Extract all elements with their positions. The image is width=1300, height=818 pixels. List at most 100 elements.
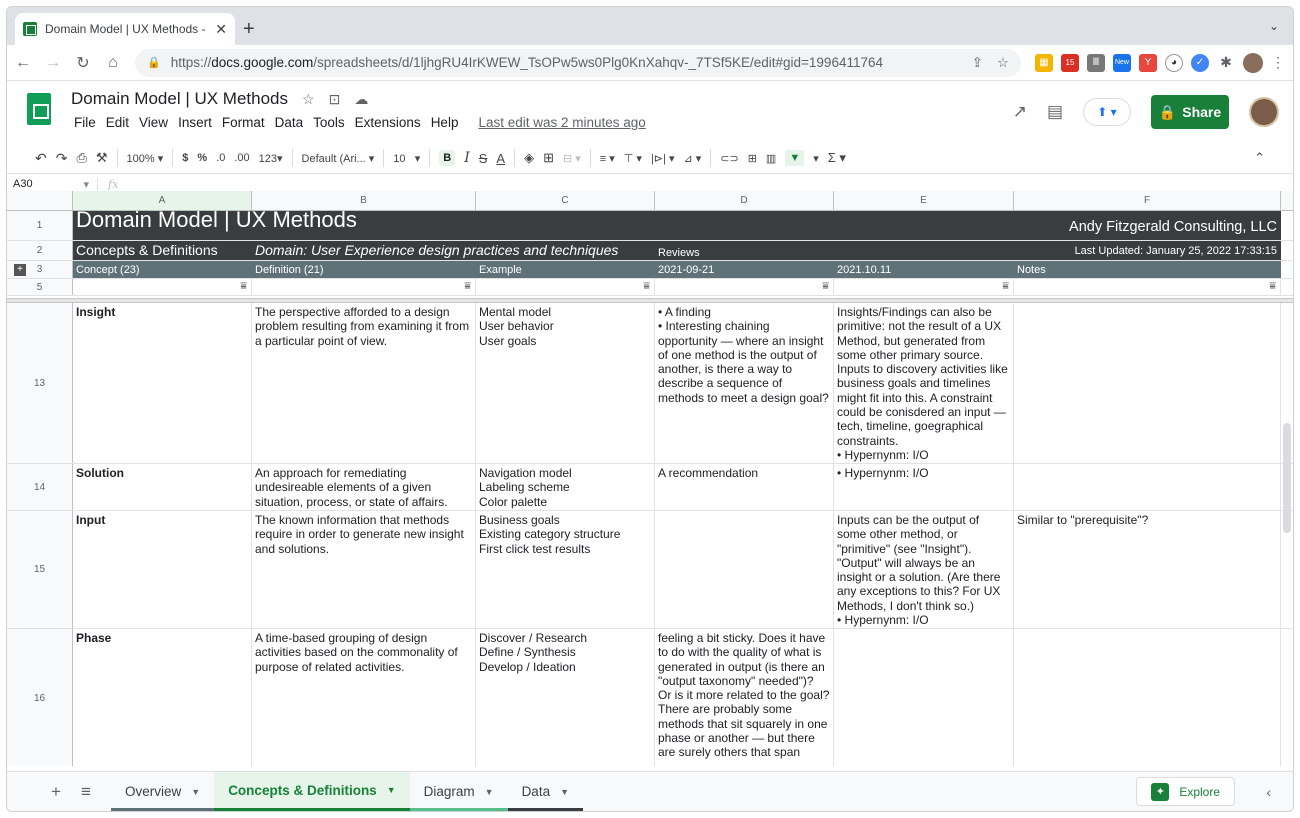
side-panel-toggle-icon[interactable]: ‹ [1266, 784, 1271, 800]
row-header[interactable]: +3 [7, 261, 73, 278]
review-cell[interactable] [655, 511, 834, 628]
star-icon[interactable]: ☆ [302, 91, 315, 108]
italic-button[interactable]: I [464, 150, 470, 166]
move-folder-icon[interactable]: ⊡ [329, 91, 341, 108]
row-header[interactable]: 14 [7, 464, 73, 510]
definition-cell[interactable]: A time-based grouping of design activiti… [252, 629, 476, 766]
insert-link-icon[interactable]: ⊂⊃ [720, 152, 738, 165]
increase-decimal-button[interactable]: .00 [234, 152, 249, 164]
extension-y-icon[interactable]: Y [1139, 53, 1157, 72]
menu-tools[interactable]: Tools [308, 115, 350, 130]
bold-button[interactable]: B [439, 150, 456, 166]
all-sheets-icon[interactable]: ≡ [71, 772, 101, 811]
notes-cell[interactable] [1014, 629, 1281, 766]
extension-chart-icon[interactable]: ▦ [1035, 53, 1053, 72]
url-field[interactable]: 🔒 https://docs.google.com/spreadsheets/d… [135, 48, 1021, 77]
currency-format-button[interactable]: $ [182, 152, 188, 164]
present-button[interactable]: ⬆ ▾ [1083, 98, 1131, 126]
fill-color-icon[interactable]: ◈ [524, 150, 534, 166]
back-icon[interactable]: ← [15, 54, 31, 72]
horizontal-align-icon[interactable]: ≡ ▾ [600, 152, 615, 165]
share-button[interactable]: 🔒 Share [1151, 95, 1229, 129]
redo-icon[interactable]: ↷ [56, 150, 68, 167]
expand-group-icon[interactable]: + [14, 263, 26, 276]
zoom-select[interactable]: 100% ▾ [127, 152, 164, 165]
notes-cell[interactable] [1014, 464, 1281, 510]
sheet-tab-data[interactable]: Data ▼ [507, 772, 584, 811]
text-color-button[interactable]: A [496, 151, 505, 166]
last-updated[interactable]: Last Updated: January 25, 2022 17:33:15 [1014, 241, 1281, 260]
sheet-tab-diagram[interactable]: Diagram ▼ [409, 772, 508, 811]
column-header-d[interactable]: D [655, 191, 834, 210]
concept-cell[interactable]: Input [73, 511, 252, 628]
explore-button[interactable]: ✦ Explore [1136, 777, 1235, 806]
last-edit-link[interactable]: Last edit was 2 minutes ago [473, 115, 650, 130]
menu-file[interactable]: File [69, 115, 101, 130]
row-header[interactable]: 15 [7, 511, 73, 628]
column-title-review-2[interactable]: 2021.10.11 [834, 261, 1014, 278]
share-page-icon[interactable]: ⇪ [972, 55, 983, 71]
comments-icon[interactable]: ▤ [1047, 102, 1063, 122]
example-cell[interactable]: Navigation model Labeling scheme Color p… [476, 464, 655, 510]
column-header-f[interactable]: F [1014, 191, 1281, 210]
extension-calendar-icon[interactable]: 15 [1061, 53, 1079, 72]
filter-icon[interactable]: ▼ [785, 150, 805, 166]
close-tab-icon[interactable]: ✕ [215, 21, 227, 38]
cell[interactable] [476, 211, 655, 240]
menu-help[interactable]: Help [426, 115, 464, 130]
text-wrapping-icon[interactable]: |⊳| ▾ [651, 152, 675, 165]
insert-comment-icon[interactable]: ⊞ [748, 152, 757, 165]
filter-button-icon[interactable]: ⩸ [655, 279, 834, 295]
review-cell[interactable]: feeling a bit sticky. Does it have to do… [655, 629, 834, 766]
bookmark-star-icon[interactable]: ☆ [997, 55, 1009, 71]
column-header-e[interactable]: E [834, 191, 1014, 210]
concept-cell[interactable]: Insight [73, 303, 252, 463]
borders-icon[interactable]: ⊞ [543, 150, 554, 166]
sheet-subheading[interactable]: Concepts & Definitions [73, 241, 252, 260]
insert-chart-icon[interactable]: ▥ [766, 152, 776, 165]
account-avatar[interactable] [1249, 97, 1279, 127]
percent-format-button[interactable]: % [197, 152, 207, 164]
filter-button-icon[interactable]: ⩸ [252, 279, 476, 295]
example-cell[interactable]: Discover / Research Define / Synthesis D… [476, 629, 655, 766]
sheet-heading[interactable]: Domain Model | UX Methods [73, 209, 476, 240]
font-size-select[interactable]: 10 ▾ [393, 152, 420, 165]
example-cell[interactable]: Mental model User behavior User goals [476, 303, 655, 463]
reviews-label[interactable]: Reviews [655, 241, 834, 260]
functions-icon[interactable]: Σ ▾ [828, 150, 846, 166]
row-header[interactable]: 2 [7, 241, 73, 260]
print-icon[interactable]: ⎙ [76, 150, 86, 166]
row-header[interactable]: 16 [7, 629, 73, 766]
filter-views-dropdown-icon[interactable]: ▾ [813, 152, 819, 165]
browser-menu-icon[interactable]: ⋮ [1271, 54, 1285, 71]
menu-format[interactable]: Format [217, 115, 270, 130]
filter-button-icon[interactable]: ⩸ [476, 279, 655, 295]
definition-cell[interactable]: The perspective afforded to a design pro… [252, 303, 476, 463]
sheet-tab-overview[interactable]: Overview ▼ [111, 772, 215, 811]
cell[interactable] [834, 241, 1014, 260]
notes-cell[interactable] [1014, 303, 1281, 463]
browser-tab[interactable]: Domain Model | UX Methods - ✕ [15, 13, 235, 45]
menu-data[interactable]: Data [270, 115, 309, 130]
domain-description[interactable]: Domain: User Experience design practices… [252, 241, 655, 260]
review-cell[interactable] [834, 629, 1014, 766]
definition-cell[interactable]: An approach for remediating undesireable… [252, 464, 476, 510]
column-title-definition[interactable]: Definition (21) [252, 261, 476, 278]
review-cell[interactable]: Inputs can be the output of some other m… [834, 511, 1014, 628]
menu-extensions[interactable]: Extensions [350, 115, 426, 130]
cloud-status-icon[interactable]: ☁ [354, 91, 368, 108]
filter-button-icon[interactable]: ⩸ [1014, 279, 1281, 295]
paint-format-icon[interactable]: ⚒ [96, 150, 108, 166]
home-icon[interactable]: ⌂ [105, 54, 121, 72]
column-title-concept[interactable]: Concept (23) [73, 261, 252, 278]
concept-cell[interactable]: Phase [73, 629, 252, 766]
extension-check-icon[interactable]: ✓ [1191, 53, 1209, 72]
merge-cells-icon[interactable]: ⊟ ▾ [563, 152, 581, 165]
new-tab-icon[interactable]: + [243, 18, 255, 41]
undo-icon[interactable]: ↶ [35, 150, 47, 167]
row-header[interactable]: 13 [7, 303, 73, 463]
filter-button-icon[interactable]: ⩸ [73, 279, 252, 295]
extensions-puzzle-icon[interactable]: ✱ [1217, 54, 1235, 72]
menu-edit[interactable]: Edit [101, 115, 134, 130]
row-header[interactable]: 5 [7, 279, 73, 295]
